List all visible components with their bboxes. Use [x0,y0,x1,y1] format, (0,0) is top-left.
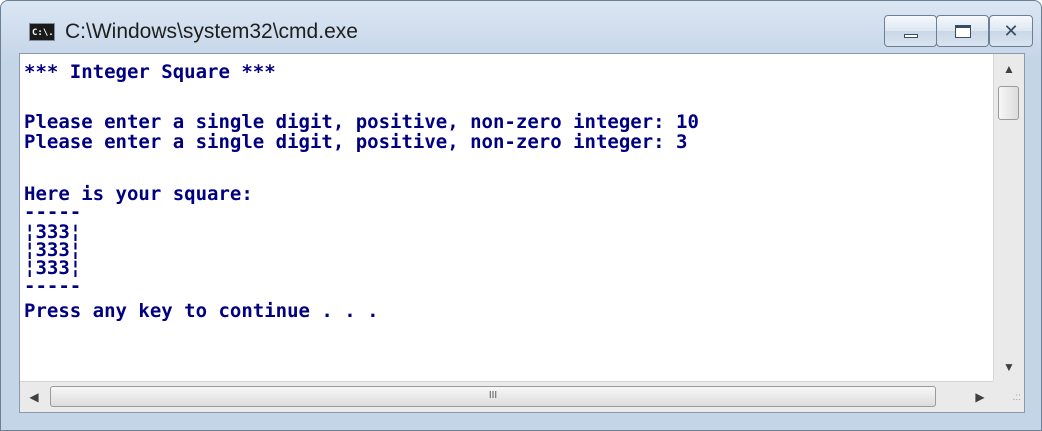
close-button[interactable]: ✕ [989,15,1033,47]
scroll-left-icon[interactable]: ◀ [20,382,48,412]
console-area[interactable]: *** Integer Square *** Please enter a si… [19,53,1025,413]
console-line: ----- [24,275,82,297]
minimize-icon [904,34,918,38]
maximize-icon [955,25,971,38]
horizontal-scrollbar[interactable]: ◀ III ▶ [20,381,994,412]
title-bar[interactable]: C:\. C:\Windows\system32\cmd.exe ✕ [1,1,1041,53]
horizontal-scroll-thumb[interactable]: III [50,386,936,407]
maximize-button[interactable] [936,15,989,47]
scroll-right-icon[interactable]: ▶ [966,382,994,412]
scroll-up-icon[interactable]: ▲ [994,54,1024,84]
vertical-scroll-thumb[interactable] [998,86,1019,120]
cmd-window: C:\. C:\Windows\system32\cmd.exe ✕ *** I… [0,0,1042,431]
console-line: Press any key to continue . . . [24,300,379,322]
resize-grip-icon[interactable]: .:: [993,381,1024,412]
console-line: Please enter a single digit, positive, n… [24,131,688,153]
console-line: Please enter a single digit, positive, n… [24,111,699,133]
vertical-scrollbar[interactable]: ▲ ▼ [993,54,1024,382]
close-icon: ✕ [1003,21,1019,41]
console-line: ----- [24,201,82,223]
console-line: *** Integer Square *** [24,61,276,83]
cmd-app-icon[interactable]: C:\. [29,23,55,41]
scroll-down-icon[interactable]: ▼ [994,352,1024,382]
minimize-button[interactable] [884,15,937,47]
window-title: C:\Windows\system32\cmd.exe [65,20,358,43]
console-output: *** Integer Square *** Please enter a si… [24,58,994,380]
